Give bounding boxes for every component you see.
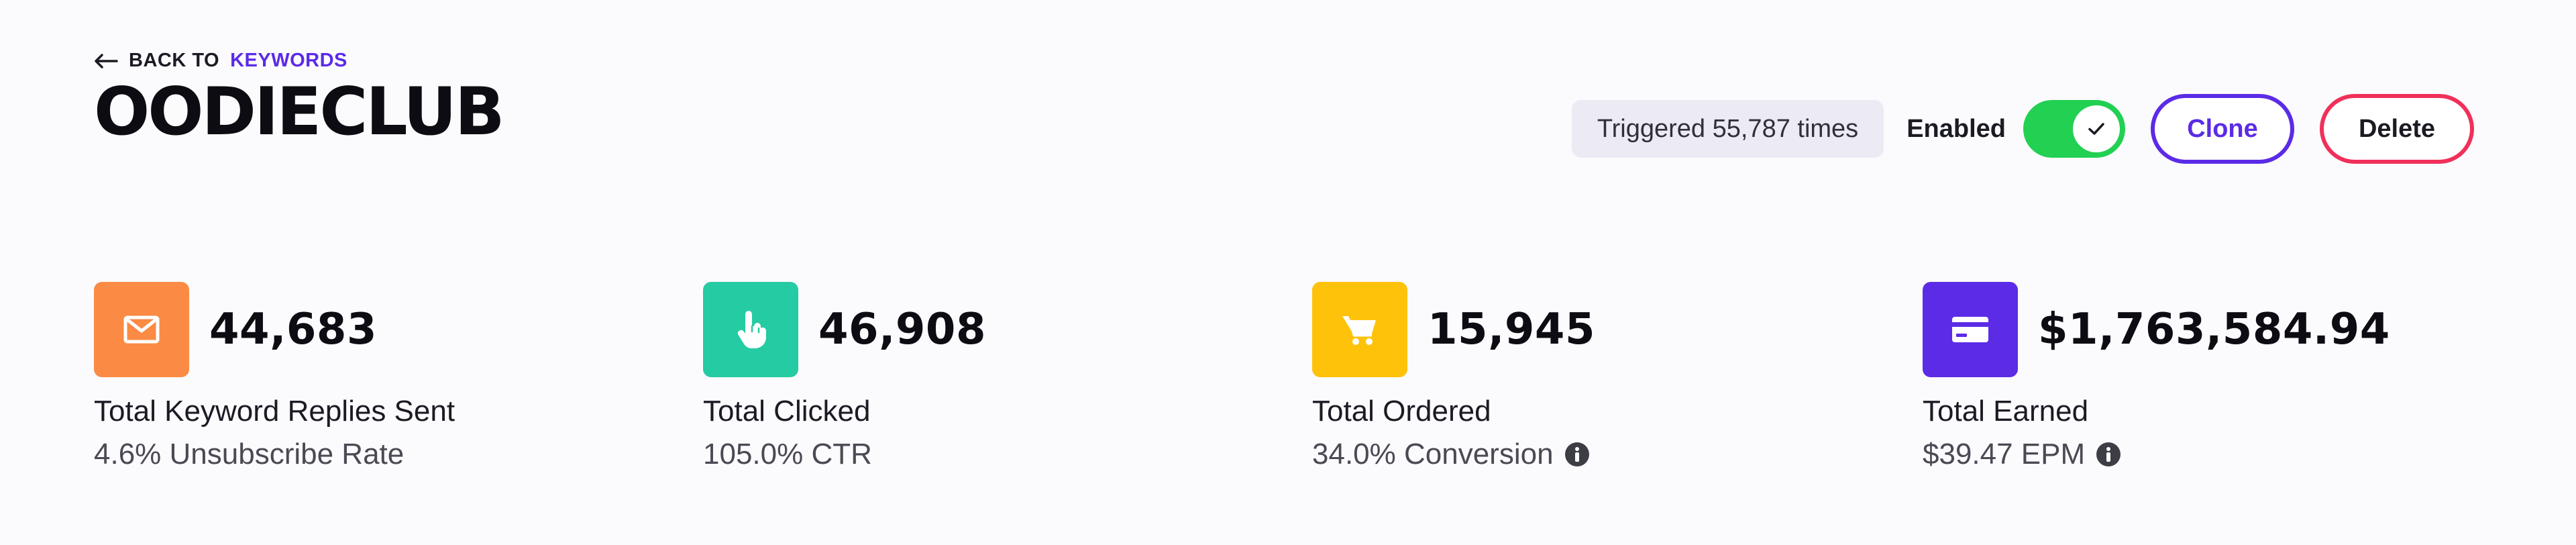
stat-subtext: 4.6% Unsubscribe Rate xyxy=(94,438,455,471)
stat-sub-text: 105.0% CTR xyxy=(703,438,872,470)
stat-label: Total Earned xyxy=(1923,395,2089,428)
stat-replies-sent: 44,683 Total Keyword Replies Sent 4.6% U… xyxy=(94,282,455,471)
stat-value: 46,908 xyxy=(818,305,986,354)
toggle-knob xyxy=(2073,105,2120,152)
page-title: OODIECLUB xyxy=(94,74,505,150)
stat-sub-text: $39.47 EPM xyxy=(1923,438,2086,470)
stat-sub-text: 34.0% Conversion xyxy=(1312,438,1554,470)
pointer-hand-icon xyxy=(737,311,766,348)
back-link-keyword: KEYWORDS xyxy=(230,50,347,71)
stat-sub-text: 4.6% Unsubscribe Rate xyxy=(94,438,405,470)
stat-icon-tile xyxy=(1312,282,1407,377)
stat-subtext: $39.47 EPM xyxy=(1923,438,2390,471)
arrow-left-icon xyxy=(95,53,118,68)
triggered-count-badge: Triggered 55,787 times xyxy=(1571,100,1884,158)
check-icon xyxy=(2088,123,2104,135)
stat-icon-tile xyxy=(94,282,189,377)
stat-label: Total Ordered xyxy=(1312,395,1491,428)
mail-icon xyxy=(123,315,160,344)
stat-subtext: 34.0% Conversion xyxy=(1312,438,1595,471)
stat-ordered: 15,945 Total Ordered 34.0% Conversion xyxy=(1312,282,1595,471)
stat-icon-tile xyxy=(1923,282,2018,377)
clone-button[interactable]: Clone xyxy=(2151,94,2294,164)
info-icon[interactable] xyxy=(1564,442,1590,467)
enabled-label: Enabled xyxy=(1907,114,2006,143)
enabled-toggle[interactable] xyxy=(2023,100,2125,158)
stat-value: $1,763,584.94 xyxy=(2038,305,2390,354)
info-icon[interactable] xyxy=(2096,442,2121,467)
stat-value: 44,683 xyxy=(209,305,377,354)
cart-icon xyxy=(1342,316,1376,345)
stat-label: Total Keyword Replies Sent xyxy=(94,395,455,428)
stat-value: 15,945 xyxy=(1428,305,1595,354)
stat-earned: $1,763,584.94 Total Earned $39.47 EPM xyxy=(1923,282,2390,471)
delete-button[interactable]: Delete xyxy=(2320,94,2474,164)
stat-subtext: 105.0% CTR xyxy=(703,438,986,471)
stat-clicked: 46,908 Total Clicked 105.0% CTR xyxy=(703,282,986,471)
stat-icon-tile xyxy=(703,282,798,377)
credit-card-icon xyxy=(1952,317,1988,342)
header-actions: Triggered 55,787 times Enabled Clone Del… xyxy=(1571,94,2474,164)
back-to-keywords-link[interactable]: BACK TO KEYWORDS xyxy=(94,50,347,72)
stat-label: Total Clicked xyxy=(703,395,871,428)
back-link-prefix: BACK TO xyxy=(129,50,220,71)
